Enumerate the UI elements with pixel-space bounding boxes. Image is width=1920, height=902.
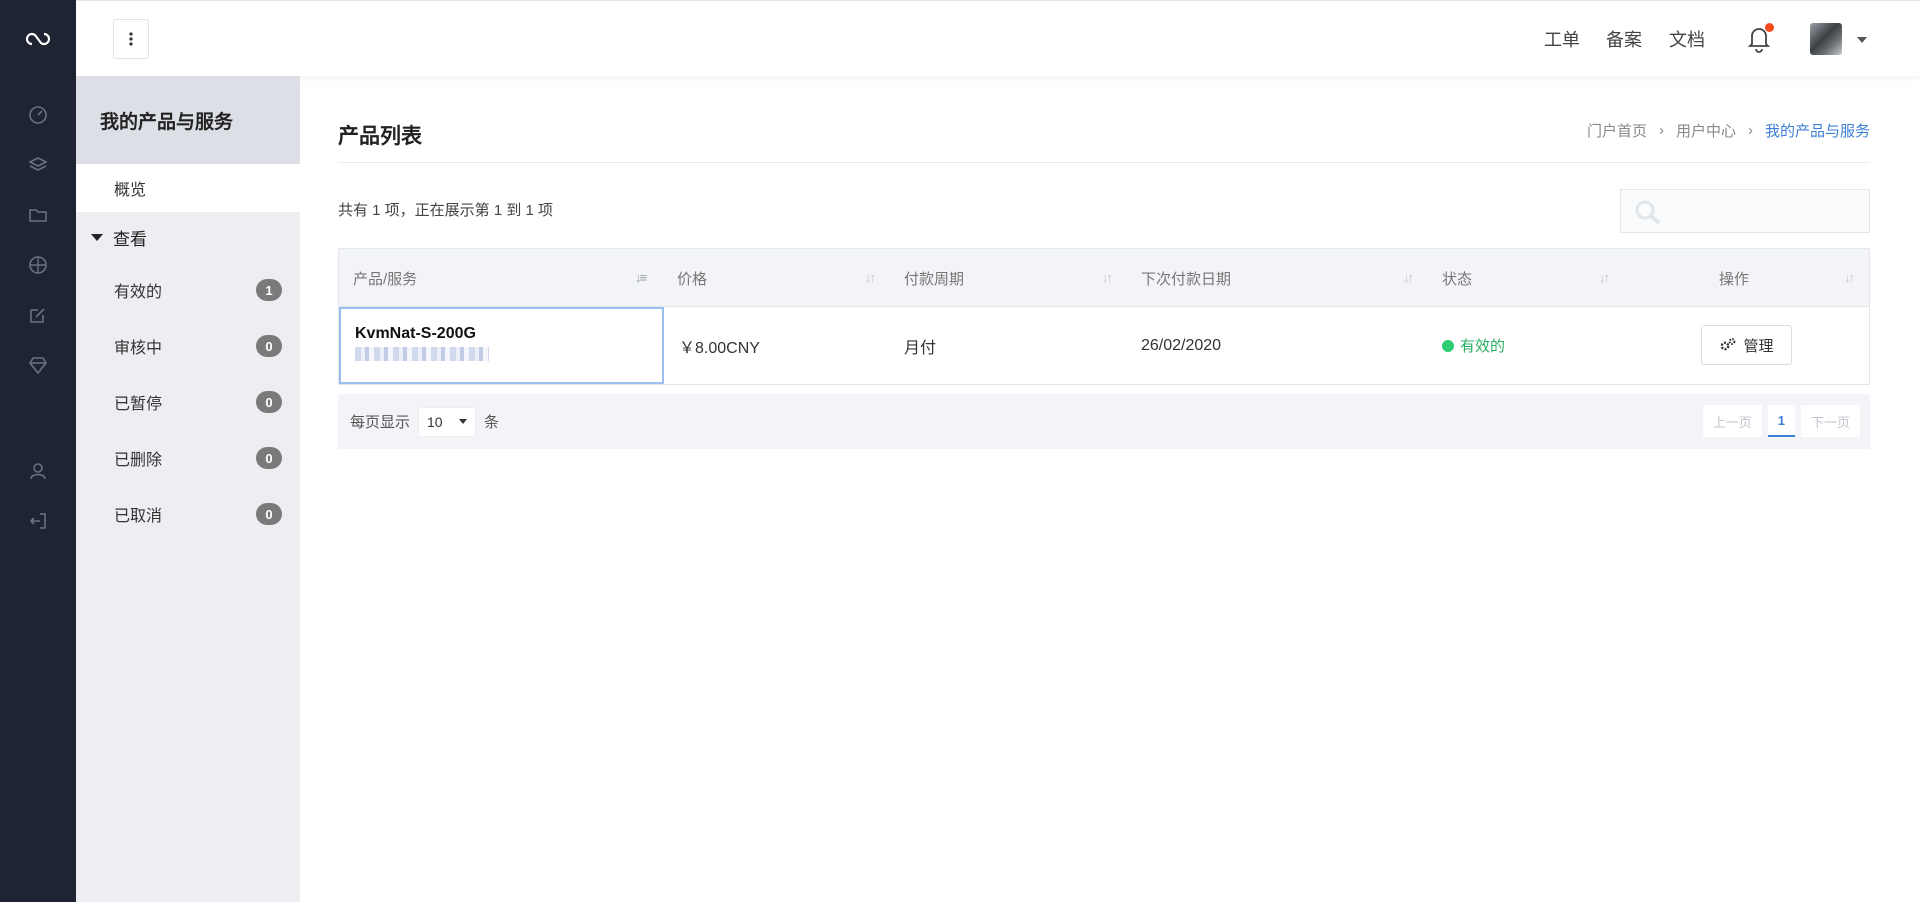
subnav-item-label: 已暂停 [114,396,163,413]
subnav-item-suspended[interactable]: 已暂停 0 [76,374,300,430]
dashboard-icon[interactable] [0,100,76,130]
notification-dot [1765,23,1774,32]
table-header: 产品/服务 ↓≡ 价格 ↓↑ 付款周期 ↓↑ 下次付款日期 ↓↑ 状态 ↓↑ 操… [339,249,1869,307]
subnav-overview[interactable]: 概览 [76,164,300,212]
gears-icon [1721,338,1736,351]
next-page-button[interactable]: 下一页 [1800,405,1860,437]
per-page-unit: 条 [484,414,500,431]
subnav-item-pending[interactable]: 审核中 0 [76,318,300,374]
subnav-item-active[interactable]: 有效的 1 [76,262,300,318]
topnav-docs-link[interactable]: 文档 [1669,26,1705,52]
result-count-text: 共有 1 项，正在展示第 1 到 1 项 [338,202,554,219]
top-bar: 工单 备案 文档 [76,0,1920,76]
search-input[interactable] [1620,189,1870,233]
per-page-label: 每页显示 [350,414,411,431]
user-icon[interactable] [0,456,76,486]
avatar[interactable] [1810,23,1842,55]
search-icon [1635,200,1661,225]
per-page-value: 10 [427,413,443,430]
breadcrumb-home[interactable]: 门户首页 [1587,120,1647,141]
col-header-product[interactable]: 产品/服务 [353,249,417,307]
subnav-title: 我的产品与服务 [76,76,300,164]
manage-label: 管理 [1743,337,1774,355]
layers-icon[interactable] [0,150,76,180]
count-badge: 0 [256,503,282,525]
diamond-icon[interactable] [0,350,76,380]
chevron-down-icon[interactable] [1857,37,1867,43]
chevron-right-icon: › [1658,122,1664,139]
price-cell: ￥8.00CNY [679,339,760,357]
per-page-select[interactable]: 10 [418,406,477,437]
group-label: 查看 [113,229,147,249]
status-badge: 有效的 [1442,335,1505,356]
count-badge: 0 [256,335,282,357]
pagination: 上一页 1 下一页 [1697,405,1860,437]
breadcrumb-user-center[interactable]: 用户中心 [1676,120,1736,141]
subnav-item-label: 已删除 [114,452,163,469]
subnav-item-label: 已取消 [114,508,163,525]
subnav-item-cancelled[interactable]: 已取消 0 [76,486,300,542]
sort-icon[interactable]: ↓≡ [635,270,647,285]
sort-icon[interactable]: ↓↑ [1403,270,1414,285]
notification-bell-icon[interactable] [1746,23,1776,55]
product-cell[interactable]: KvmNat-S-200G [339,307,664,384]
table-footer: 每页显示 10 条 上一页 1 下一页 [338,394,1870,449]
sort-icon[interactable]: ↓↑ [1102,270,1113,285]
col-header-status[interactable]: 状态 [1442,249,1472,307]
sort-icon[interactable]: ↓↑ [1844,270,1855,285]
subnav-view-group[interactable]: 查看 [76,212,300,262]
table-row[interactable]: KvmNat-S-200G ￥8.00CNY 月付 26/02/2020 有效的… [339,307,1869,384]
sort-icon[interactable]: ↓↑ [1599,270,1610,285]
status-dot-icon [1442,339,1454,352]
col-header-cycle[interactable]: 付款周期 [904,249,964,307]
chevron-right-icon: › [1747,122,1753,139]
col-header-next-due[interactable]: 下次付款日期 [1141,249,1231,307]
subnav-item-deleted[interactable]: 已删除 0 [76,430,300,486]
logout-icon[interactable] [0,506,76,536]
topnav-filing-link[interactable]: 备案 [1606,26,1642,52]
topnav-ticket-link[interactable]: 工单 [1544,26,1580,52]
caret-down-icon [459,419,468,424]
subnav-item-label: 有效的 [114,284,163,301]
breadcrumb: 门户首页 › 用户中心 › 我的产品与服务 [1587,120,1870,141]
per-page-control: 每页显示 10 条 [350,394,499,449]
breadcrumb-current: 我的产品与服务 [1764,123,1870,140]
status-cell: 有效的 [1442,307,1505,384]
products-table: 产品/服务 ↓≡ 价格 ↓↑ 付款周期 ↓↑ 下次付款日期 ↓↑ 状态 ↓↑ 操… [338,248,1870,385]
page-1-button[interactable]: 1 [1767,405,1795,437]
cycle-cell: 月付 [904,339,937,357]
count-badge: 0 [256,391,282,413]
caret-down-icon [91,233,103,241]
count-badge: 0 [256,447,282,469]
folder-icon[interactable] [0,200,76,230]
product-name: KvmNat-S-200G [355,325,476,342]
count-badge: 1 [256,279,282,301]
product-hostname-blurred [355,347,489,361]
next-due-cell: 26/02/2020 [1141,336,1222,354]
col-header-price[interactable]: 价格 [677,249,707,307]
icon-sidebar [0,0,76,902]
globe-icon[interactable] [0,250,76,280]
divider [338,162,1870,163]
prev-page-button[interactable]: 上一页 [1702,405,1762,437]
sort-icon[interactable]: ↓↑ [865,270,876,285]
kebab-icon [129,32,133,46]
status-text: 有效的 [1460,338,1506,355]
menu-toggle-button[interactable] [113,19,149,59]
edit-icon[interactable] [0,300,76,330]
page-title: 产品列表 [338,125,422,148]
products-subnav: 我的产品与服务 概览 查看 有效的 1 审核中 0 已暂停 0 已删除 0 已取… [76,76,300,902]
manage-button[interactable]: 管理 [1701,325,1792,365]
col-header-action: 操作 [1719,270,1750,288]
cloud-logo-icon[interactable] [0,24,76,54]
subnav-item-label: 审核中 [114,340,163,357]
